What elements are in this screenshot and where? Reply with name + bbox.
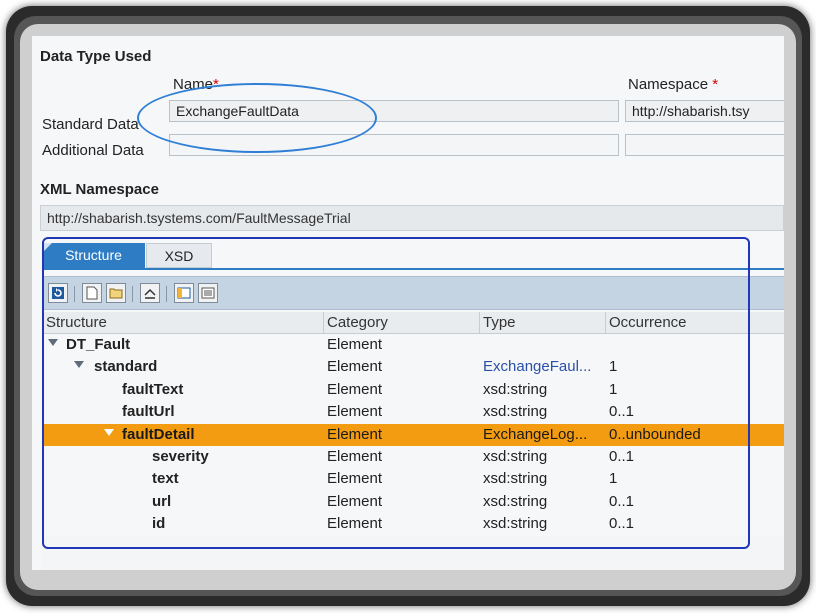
row-structure-name: faultUrl bbox=[122, 403, 175, 421]
additional-name-field[interactable] bbox=[169, 134, 619, 156]
grid-empty-area bbox=[42, 536, 784, 570]
standard-name-field[interactable]: ExchangeFaultData bbox=[169, 100, 619, 122]
standard-namespace-field[interactable]: http://shabarish.tsy bbox=[625, 100, 784, 122]
row-type[interactable]: ExchangeLog... bbox=[483, 426, 587, 443]
name-required-marker: * bbox=[213, 76, 219, 93]
structure-toolbar bbox=[42, 276, 784, 310]
row-type: xsd:string bbox=[483, 470, 548, 488]
new-document-icon[interactable] bbox=[82, 283, 102, 303]
refresh-icon[interactable] bbox=[48, 283, 68, 303]
row-occurrence: 1 bbox=[609, 358, 618, 376]
row-occurrence: 1 bbox=[609, 470, 618, 488]
table-row[interactable]: url Element xsd:string 0..1 bbox=[42, 491, 784, 513]
row-occurrence: 0..1 bbox=[609, 492, 635, 510]
column-header-structure[interactable]: Structure bbox=[46, 314, 107, 331]
row-type: xsd:string bbox=[483, 515, 548, 533]
column-header-occurrence[interactable]: Occurrence bbox=[609, 314, 687, 331]
table-row[interactable]: id Element xsd:string 0..1 bbox=[42, 513, 784, 535]
row-structure-name: url bbox=[152, 492, 172, 510]
xml-namespace-title: XML Namespace bbox=[40, 181, 159, 198]
namespace-header-label: Namespace bbox=[628, 76, 709, 93]
collapse-icon[interactable] bbox=[140, 283, 160, 303]
row-structure-name: id bbox=[152, 515, 166, 533]
column-separator bbox=[479, 312, 480, 334]
tab-underline bbox=[42, 268, 784, 270]
row-category: Element bbox=[327, 470, 383, 488]
settings-list-icon[interactable] bbox=[198, 283, 218, 303]
row-occurrence: 0..1 bbox=[609, 403, 635, 421]
row-occurrence: 0..1 bbox=[609, 447, 635, 465]
editor-screen: Data Type Used Name* Namespace * Standar… bbox=[32, 36, 784, 570]
row-category: Element bbox=[327, 447, 383, 465]
row-structure-name: faultText bbox=[122, 380, 184, 398]
column-separator bbox=[323, 312, 324, 334]
additional-data-label: Additional Data bbox=[42, 142, 144, 159]
expand-triangle-icon[interactable] bbox=[48, 339, 58, 346]
namespace-column-header: Namespace * bbox=[628, 76, 718, 93]
tab-xsd[interactable]: XSD bbox=[146, 243, 212, 268]
columns-icon[interactable] bbox=[174, 283, 194, 303]
row-category: Element bbox=[327, 380, 383, 398]
row-occurrence: 0..unbounded bbox=[609, 425, 701, 443]
row-category: Element bbox=[327, 492, 383, 510]
xml-namespace-field[interactable]: http://shabarish.tsystems.com/FaultMessa… bbox=[40, 205, 784, 231]
row-type: xsd:string bbox=[483, 447, 548, 465]
tab-structure[interactable]: Structure bbox=[42, 243, 145, 268]
row-structure-name: faultDetail bbox=[122, 425, 195, 443]
table-row[interactable]: faultText Element xsd:string 1 bbox=[42, 379, 784, 401]
toolbar-separator bbox=[166, 286, 167, 302]
row-structure-name: standard bbox=[94, 358, 158, 376]
table-row-selected[interactable]: faultDetail Element ExchangeLog... 0..un… bbox=[42, 423, 784, 446]
column-separator bbox=[605, 312, 606, 334]
row-type: xsd:string bbox=[483, 492, 548, 510]
open-folder-icon[interactable] bbox=[106, 283, 126, 303]
row-category: Element bbox=[327, 425, 383, 443]
standard-data-label: Standard Data bbox=[42, 116, 139, 133]
table-row[interactable]: DT_Fault Element bbox=[42, 334, 784, 356]
row-category: Element bbox=[327, 336, 383, 353]
row-category: Element bbox=[327, 515, 383, 533]
expand-triangle-icon[interactable] bbox=[104, 428, 114, 436]
row-type[interactable]: ExchangeFaul... bbox=[483, 358, 591, 375]
column-header-category[interactable]: Category bbox=[327, 314, 388, 331]
data-type-used-title: Data Type Used bbox=[40, 48, 152, 65]
table-row[interactable]: text Element xsd:string 1 bbox=[42, 468, 784, 490]
table-row[interactable]: standard Element ExchangeFaul... 1 bbox=[42, 356, 784, 378]
row-type: xsd:string bbox=[483, 380, 548, 398]
namespace-required-marker: * bbox=[712, 76, 719, 93]
row-structure-name: severity bbox=[152, 447, 209, 465]
additional-namespace-field[interactable] bbox=[625, 134, 784, 156]
row-occurrence: 0..1 bbox=[609, 515, 635, 533]
row-structure-name: DT_Fault bbox=[66, 336, 131, 353]
table-row[interactable]: faultUrl Element xsd:string 0..1 bbox=[42, 401, 784, 423]
row-category: Element bbox=[327, 403, 383, 421]
column-header-type[interactable]: Type bbox=[483, 314, 516, 331]
name-header-label: Name bbox=[173, 76, 214, 93]
row-structure-name: text bbox=[152, 470, 179, 488]
structure-grid: DT_Fault Element standard Element Exchan… bbox=[42, 334, 784, 536]
structure-grid-header: Structure Category Type Occurrence bbox=[42, 312, 784, 334]
toolbar-separator bbox=[132, 286, 133, 302]
row-type: xsd:string bbox=[483, 403, 548, 421]
expand-triangle-icon[interactable] bbox=[74, 361, 84, 369]
row-category: Element bbox=[327, 358, 383, 376]
name-column-header: Name* bbox=[173, 76, 219, 93]
toolbar-separator bbox=[74, 286, 75, 302]
row-occurrence: 1 bbox=[609, 380, 618, 398]
table-row[interactable]: severity Element xsd:string 0..1 bbox=[42, 446, 784, 468]
